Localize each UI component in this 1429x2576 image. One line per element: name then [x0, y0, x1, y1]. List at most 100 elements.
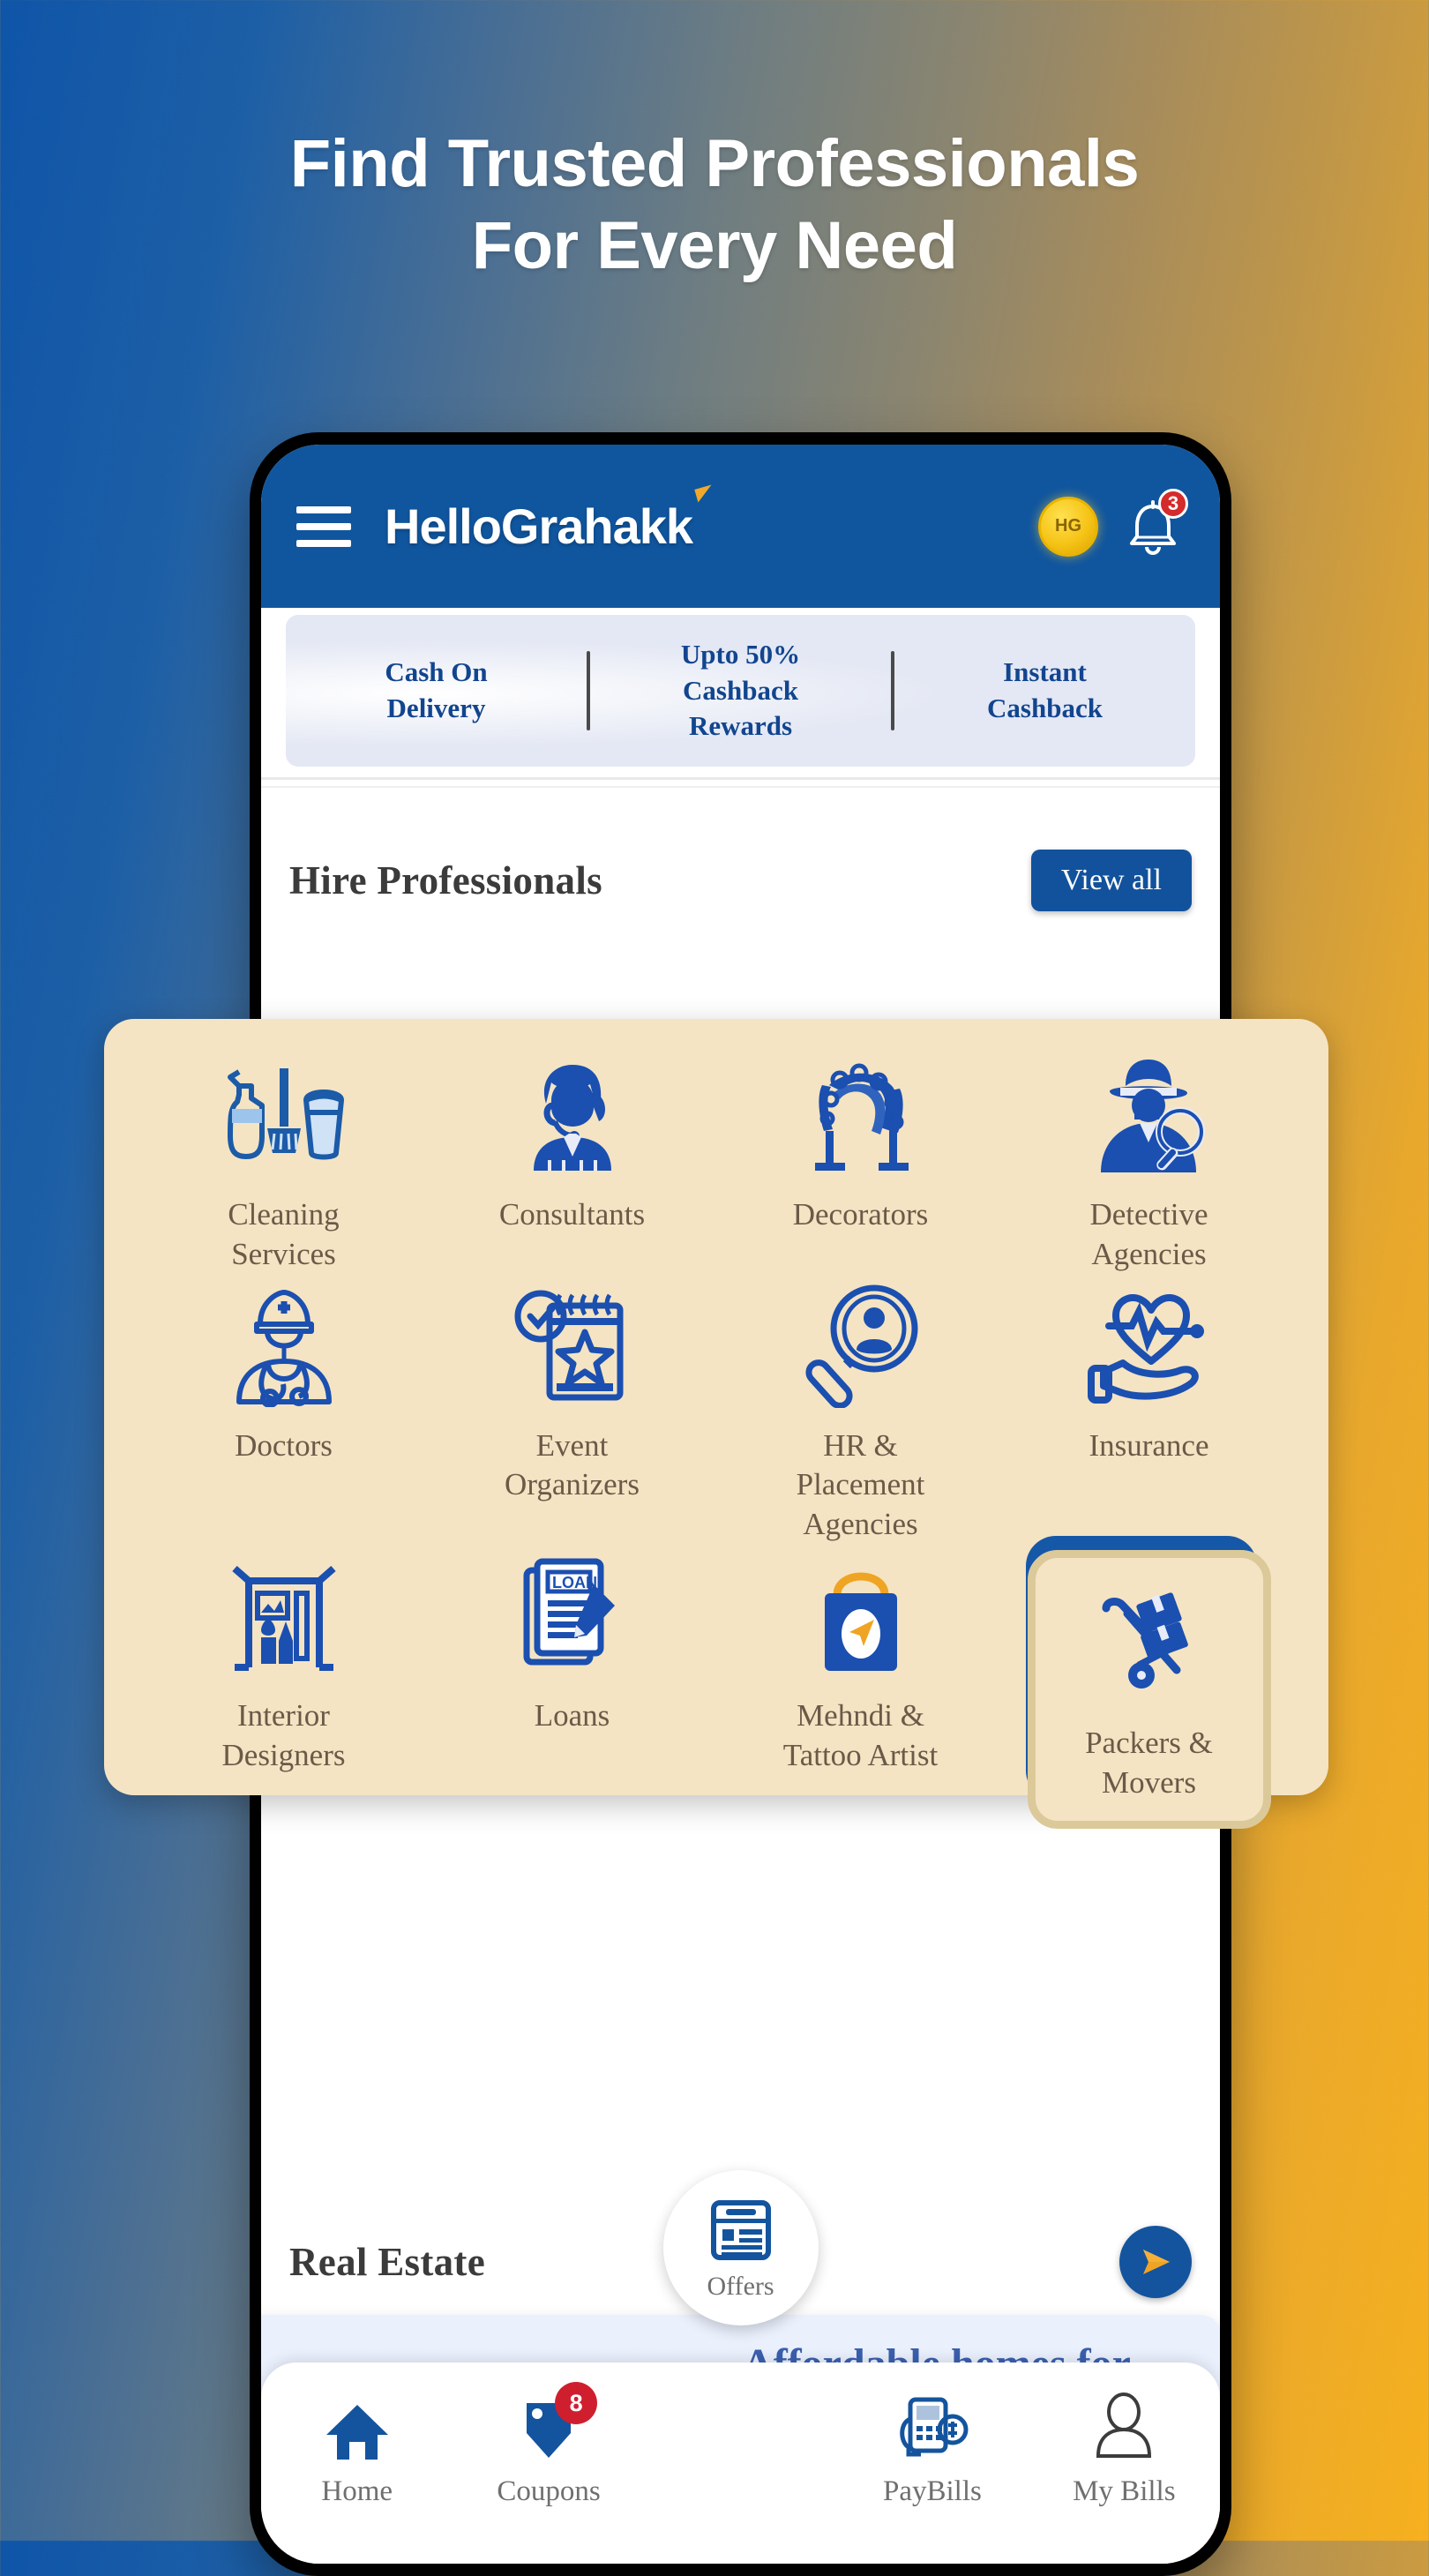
category-label: Detective Agencies [1089, 1195, 1208, 1275]
app-header-bar: HelloGrahakk HG 3 [261, 445, 1220, 608]
category-hr-placement-agencies[interactable]: HR & Placement Agencies [716, 1280, 1005, 1545]
user-profile-icon [1096, 2393, 1152, 2458]
notification-bell-button[interactable]: 3 [1123, 488, 1188, 559]
selected-tile-border: Packers & Movers [1027, 1549, 1271, 1829]
category-label-line-1: Detective [1089, 1197, 1208, 1232]
category-row-2: Doctors Event Organizers HR & Placement … [139, 1280, 1293, 1545]
promo-item-1-line-2: Delivery [386, 693, 486, 723]
category-loans[interactable]: LOAN Loans [428, 1550, 716, 1829]
insurance-heart-hand-icon [1086, 1280, 1213, 1412]
nav-label-coupons: Coupons [497, 2475, 601, 2507]
mybills-icon-wrap [1091, 2389, 1156, 2463]
promo-strip-area: Cash On Delivery Upto 50% Cashback Rewar… [261, 608, 1220, 775]
category-label-line-1: Doctors [235, 1427, 333, 1463]
category-mehndi-tattoo-artist[interactable]: Mehndi & Tattoo Artist [716, 1550, 1005, 1829]
category-decorators[interactable]: Decorators [716, 1049, 1005, 1275]
category-label: Mehndi & Tattoo Artist [783, 1696, 938, 1776]
nav-item-paybills[interactable]: PayBills [836, 2389, 1028, 2508]
brand-swoosh-icon [694, 484, 715, 503]
promo-item-3-line-2: Cashback [987, 693, 1103, 723]
promo-item-instant-cashback[interactable]: Instant Cashback [894, 655, 1195, 727]
nav-item-home[interactable]: Home [261, 2389, 453, 2508]
mehndi-bag-icon [805, 1550, 917, 1682]
category-detective-agencies[interactable]: Detective Agencies [1005, 1049, 1293, 1275]
app-header-actions: HG 3 [1038, 488, 1188, 559]
category-label-line-1: Insurance [1089, 1427, 1209, 1463]
app-brand-text: HelloGrahakk [385, 498, 693, 554]
event-calendar-star-icon [511, 1280, 634, 1412]
real-estate-title: Real Estate [289, 2240, 485, 2284]
category-insurance[interactable]: Insurance [1005, 1280, 1293, 1545]
promo-item-cash-on-delivery[interactable]: Cash On Delivery [286, 655, 587, 727]
category-label-line-1: Mehndi & [797, 1697, 924, 1733]
nav-label-home: Home [321, 2475, 393, 2507]
promo-item-2-line-1: Upto 50% [680, 638, 801, 670]
hr-magnifier-person-icon [800, 1280, 922, 1412]
category-row-1: Cleaning Services Consultants Decorators… [139, 1049, 1293, 1275]
category-consultants[interactable]: Consultants [428, 1049, 716, 1275]
coupon-icon-wrap: 8 [514, 2382, 598, 2463]
nav-item-offers[interactable]: Offers [662, 2170, 819, 2325]
hero-heading: Find Trusted Professionals For Every Nee… [0, 124, 1429, 287]
category-packers-movers[interactable]: Packers & Movers [1005, 1535, 1293, 1829]
category-label-line-2: Agencies [1091, 1236, 1207, 1271]
category-label-line-1: Loans [534, 1697, 610, 1733]
coupons-badge: 8 [555, 2382, 598, 2424]
detective-hat-magnifier-icon [1089, 1049, 1210, 1181]
hero-title: Find Trusted Professionals For Every Nee… [0, 124, 1429, 287]
category-label: Consultants [499, 1195, 645, 1235]
category-label-line-1: Consultants [498, 1197, 646, 1232]
real-estate-arrow-button[interactable] [1119, 2226, 1192, 2298]
svg-text:LOAN: LOAN [552, 1574, 597, 1591]
app-brand-logo[interactable]: HelloGrahakk [385, 484, 715, 555]
promo-item-2-line-2: Cashback [683, 674, 798, 706]
category-label: Doctors [235, 1427, 333, 1466]
category-label-line-1: Decorators [792, 1197, 929, 1232]
category-label-line-2: Movers [1102, 1764, 1196, 1800]
promo-item-cashback-rewards[interactable]: Upto 50% Cashback Rewards [590, 637, 891, 745]
category-label-line-2: Organizers [505, 1467, 640, 1502]
paybills-icon-wrap [894, 2389, 970, 2463]
notification-badge: 3 [1158, 488, 1188, 519]
pos-machine-dollar-icon [900, 2397, 969, 2457]
hire-professionals-section-header: Hire Professionals View all [261, 824, 1220, 937]
nav-item-coupons[interactable]: 8 Coupons [453, 2382, 644, 2508]
view-all-button[interactable]: View all [1030, 850, 1192, 911]
hg-coin-icon[interactable]: HG [1038, 496, 1098, 557]
nav-label-mybills: My Bills [1073, 2475, 1176, 2507]
hand-truck-boxes-icon [1094, 1577, 1205, 1710]
promo-item-3-line-1: Instant [1003, 656, 1087, 688]
category-label: HR & Placement Agencies [797, 1427, 925, 1545]
nav-label-offers: Offers [707, 2272, 774, 2301]
category-cleaning-services[interactable]: Cleaning Services [139, 1049, 428, 1275]
category-label: Insurance [1089, 1427, 1208, 1466]
promo-strip: Cash On Delivery Upto 50% Cashback Rewar… [286, 615, 1195, 767]
category-label: Interior Designers [222, 1696, 346, 1776]
category-label-line-2: Designers [221, 1737, 346, 1772]
category-label-line-2: Placement [796, 1467, 925, 1502]
category-label: Packers & Movers [1085, 1724, 1213, 1803]
category-label-line-1: Cleaning [228, 1197, 340, 1232]
loan-document-pen-icon: LOAN [511, 1550, 634, 1682]
category-label-line-2: Tattoo Artist [782, 1737, 939, 1772]
offers-news-icon [710, 2200, 771, 2260]
hg-coin-label: HG [1055, 516, 1081, 535]
hire-professionals-title: Hire Professionals [289, 858, 602, 902]
category-row-3: Interior Designers LOAN Loans Mehndi & T… [139, 1535, 1293, 1829]
cleaning-spray-broom-bucket-icon [218, 1049, 350, 1181]
divider-rule-1 [261, 777, 1220, 780]
category-event-organizers[interactable]: Event Organizers [428, 1280, 716, 1545]
interior-design-frame-pen-icon [226, 1550, 342, 1682]
category-label: Decorators [793, 1195, 929, 1235]
hire-professionals-category-panel: Cleaning Services Consultants Decorators… [104, 1019, 1328, 1829]
doctor-stethoscope-icon [225, 1280, 343, 1412]
category-label-line-3: Agencies [803, 1507, 918, 1542]
category-doctors[interactable]: Doctors [139, 1280, 428, 1545]
category-interior-designers[interactable]: Interior Designers [139, 1550, 428, 1829]
send-arrow-icon [1143, 2250, 1170, 2274]
nav-item-mybills[interactable]: My Bills [1029, 2389, 1220, 2508]
hamburger-menu-icon[interactable] [296, 505, 351, 547]
category-label: Cleaning Services [228, 1195, 339, 1275]
category-label-line-1: HR & [823, 1427, 898, 1463]
hero-title-line-2: For Every Need [471, 207, 958, 283]
